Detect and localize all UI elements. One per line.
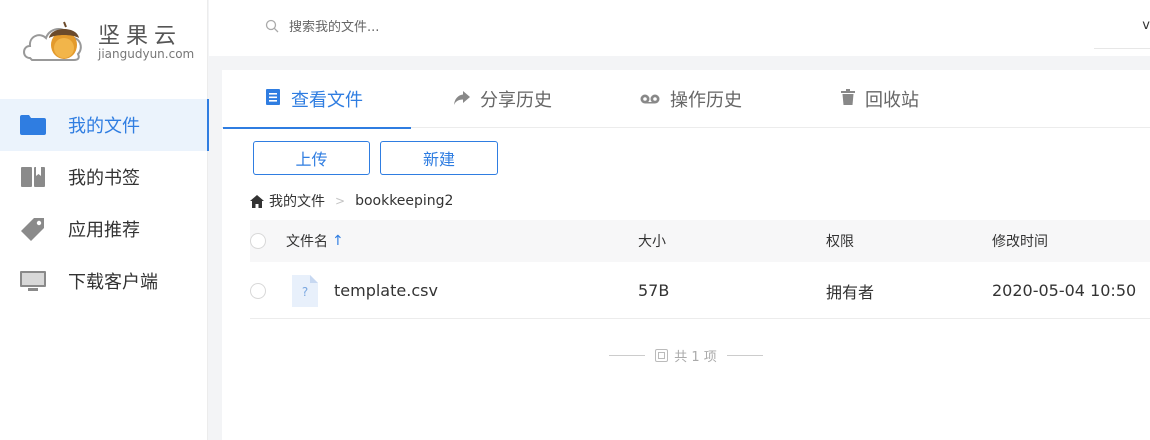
divider xyxy=(726,355,763,356)
tab-label: 分享历史 xyxy=(480,90,552,111)
header-name[interactable]: 文件名 ↑ xyxy=(286,231,344,251)
header-name-label: 文件名 xyxy=(286,234,328,250)
item-count-text: 共 1 项 xyxy=(674,350,717,365)
sidebar-nav: 我的文件 我的书签 应用推荐 下载客户端 xyxy=(0,99,209,307)
search-box[interactable] xyxy=(265,18,589,37)
bookmark-icon xyxy=(20,166,46,188)
header-permission: 权限 xyxy=(826,234,854,250)
sidebar-item-label: 下载客户端 xyxy=(68,272,158,293)
copy-icon xyxy=(655,349,669,362)
table-header: 文件名 ↑ 大小 权限 修改时间 xyxy=(250,220,1150,262)
select-all-checkbox[interactable] xyxy=(250,233,266,249)
document-icon xyxy=(265,89,281,109)
upload-button[interactable]: 上传 xyxy=(253,141,370,175)
tab-view-files[interactable]: 查看文件 xyxy=(223,70,411,129)
header-size: 大小 xyxy=(638,234,666,250)
file-permission: 拥有者 xyxy=(826,282,875,302)
item-count: 共 1 项 xyxy=(222,346,1150,365)
folder-icon xyxy=(20,114,46,136)
breadcrumb-item-current: bookkeeping2 xyxy=(355,193,454,209)
main-panel: 查看文件 分享历史 操作历史 回收站 上传 新建 我的文件 > bookkeep… xyxy=(222,70,1150,440)
sidebar: 坚果云 jiangudyun.com 我的文件 我的书签 应用推荐 下载客户端 xyxy=(0,0,209,440)
home-icon[interactable] xyxy=(250,194,264,208)
top-bar: v xyxy=(209,0,1150,56)
tab-share-history[interactable]: 分享历史 xyxy=(454,70,552,128)
brand-logo[interactable]: 坚果云 jiangudyun.com xyxy=(20,14,200,64)
sidebar-item-bookmarks[interactable]: 我的书签 xyxy=(0,151,208,203)
file-name-cell[interactable]: ? template.csv xyxy=(286,274,438,307)
search-input[interactable] xyxy=(289,20,589,35)
file-type-mark: ? xyxy=(301,284,309,299)
divider xyxy=(1094,48,1150,49)
sidebar-item-label: 应用推荐 xyxy=(68,220,140,241)
sidebar-item-my-files[interactable]: 我的文件 xyxy=(0,99,209,151)
header-modified: 修改时间 xyxy=(992,234,1048,250)
user-menu-trigger[interactable]: v xyxy=(1142,18,1150,33)
search-icon xyxy=(265,18,279,37)
file-name[interactable]: template.csv xyxy=(334,281,438,300)
brand-name: 坚果云 xyxy=(98,24,183,49)
tab-label: 回收站 xyxy=(865,90,919,111)
divider xyxy=(609,355,646,356)
history-icon xyxy=(640,90,660,109)
tab-bar: 查看文件 分享历史 操作历史 回收站 xyxy=(222,70,1150,129)
trash-icon xyxy=(841,89,855,109)
tab-recycle-bin[interactable]: 回收站 xyxy=(841,70,919,128)
row-checkbox[interactable] xyxy=(250,283,266,299)
unknown-file-icon: ? xyxy=(292,274,318,307)
tab-label: 操作历史 xyxy=(670,90,742,111)
monitor-icon xyxy=(20,270,46,292)
sidebar-item-label: 我的书签 xyxy=(68,168,140,189)
sidebar-item-recommended-apps[interactable]: 应用推荐 xyxy=(0,203,208,255)
breadcrumb-separator: > xyxy=(335,194,346,208)
sidebar-item-download-client[interactable]: 下载客户端 xyxy=(0,255,208,307)
breadcrumb-item[interactable]: 我的文件 xyxy=(269,191,325,211)
sidebar-item-label: 我的文件 xyxy=(68,116,140,137)
tab-label: 查看文件 xyxy=(291,90,363,111)
acorn-logo-icon xyxy=(23,21,82,61)
breadcrumb: 我的文件 > bookkeeping2 xyxy=(250,191,453,211)
share-icon xyxy=(454,90,470,109)
sort-asc-icon: ↑ xyxy=(332,233,344,249)
tag-icon xyxy=(20,218,46,241)
tab-operation-history[interactable]: 操作历史 xyxy=(640,70,742,128)
file-modified: 2020-05-04 10:50 xyxy=(992,281,1137,300)
new-button[interactable]: 新建 xyxy=(380,141,498,175)
file-size: 57B xyxy=(638,281,670,300)
table-row[interactable]: ? template.csv 57B 拥有者 2020-05-04 10:50 xyxy=(250,263,1150,319)
brand-domain: jiangudyun.com xyxy=(98,47,195,61)
